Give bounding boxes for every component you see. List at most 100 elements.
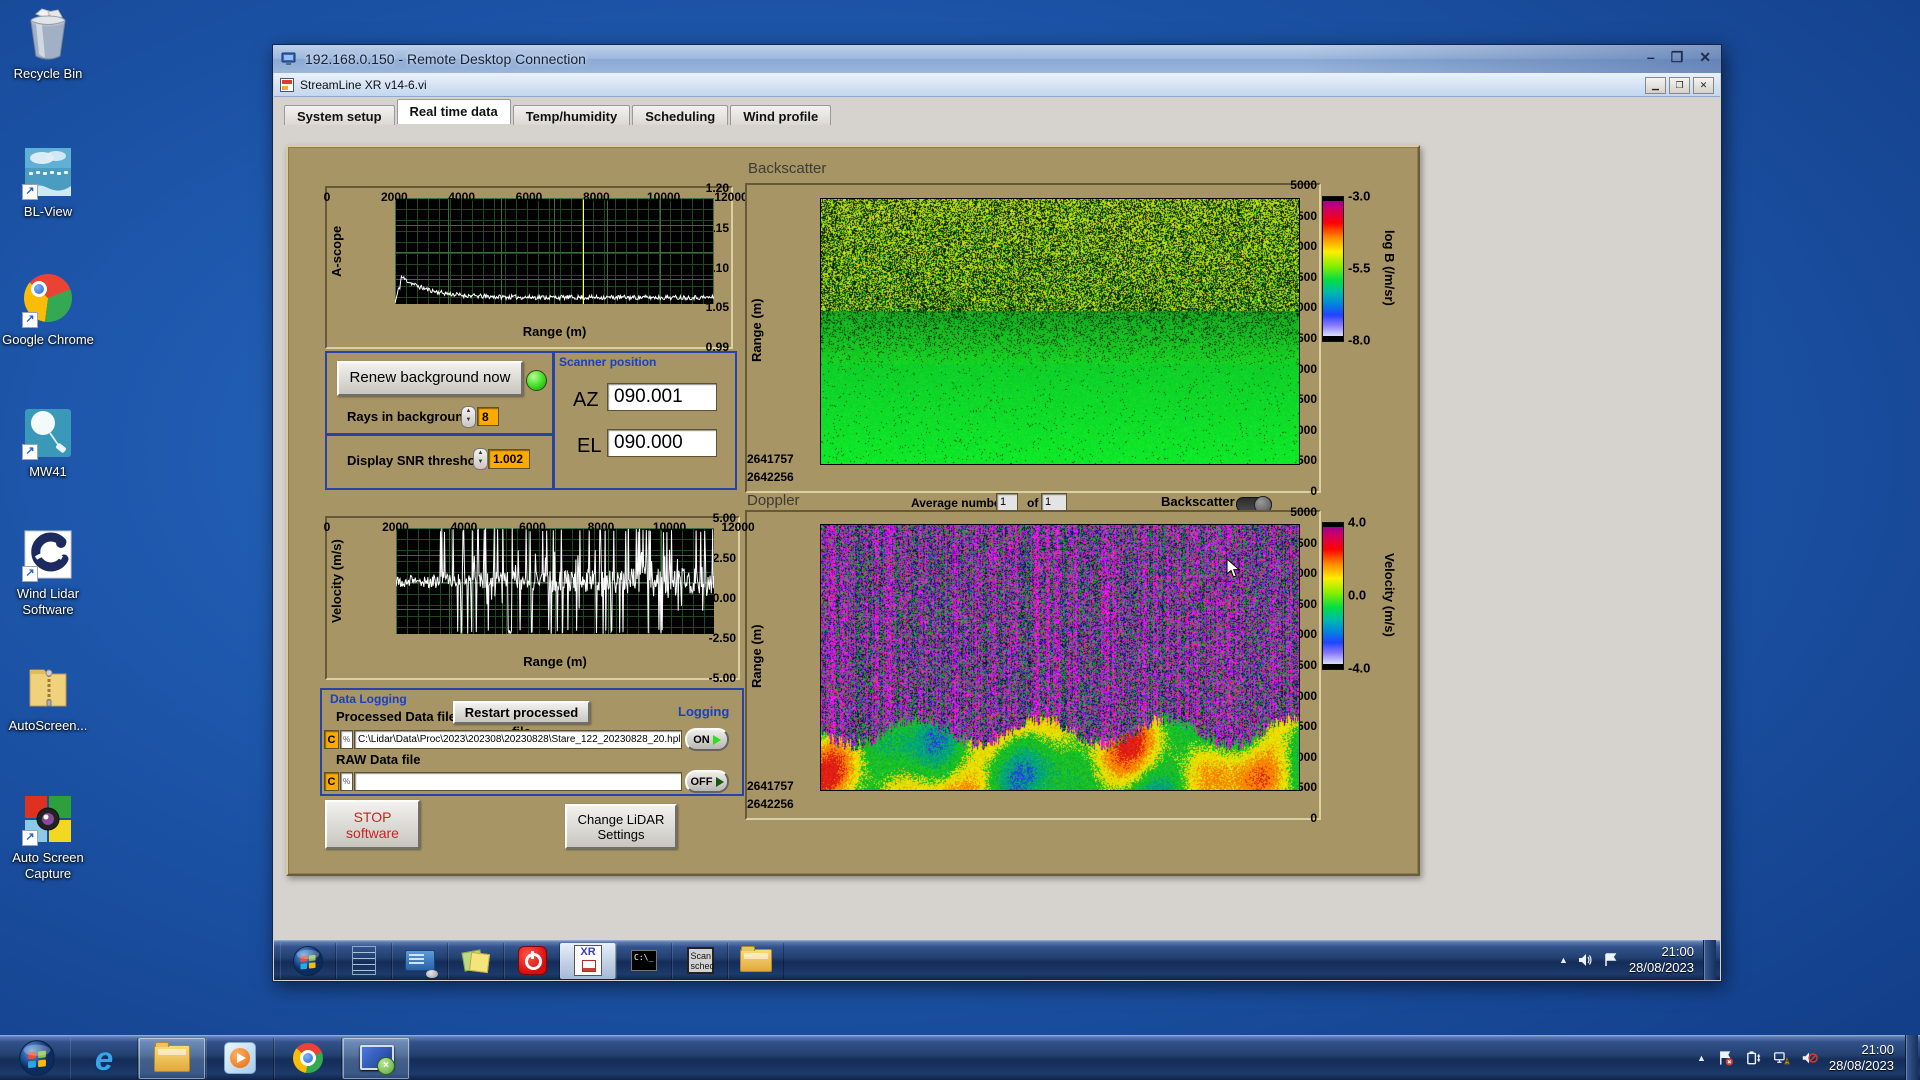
average-number-label: Average number (911, 496, 1006, 510)
tab-wind-profile[interactable]: Wind profile (730, 105, 832, 127)
backscatter-y-axis-label: Range (m) (749, 298, 764, 363)
host-tray-network-icon[interactable] (1773, 1049, 1790, 1066)
remote-tray-expand-icon[interactable]: ▲ (1559, 955, 1568, 965)
processed-logging-on-button[interactable]: ON (685, 728, 729, 751)
remote-start-button[interactable] (280, 942, 336, 979)
desktop-icon-mw41[interactable]: ↗ MW41 (2, 406, 94, 480)
snr-spinner[interactable]: ▲ ▼ (473, 448, 488, 470)
remote-taskbar-scan-scheduler[interactable]: Scan sched (672, 942, 728, 979)
app-titlebar[interactable]: StreamLine XR v14-6.vi ▁ ❐ ✕ (274, 73, 1720, 97)
rays-value-field[interactable]: 8 (477, 407, 499, 426)
folder-icon (740, 946, 772, 972)
scan-line1: Scan (690, 951, 712, 961)
desktop-icon-label: BL-View (23, 204, 73, 219)
snr-value-field[interactable]: 1.002 (488, 449, 530, 469)
minimize-icon[interactable]: – (1647, 49, 1655, 66)
close-icon[interactable]: ✕ (1699, 49, 1711, 66)
remote-tray-action-center-icon[interactable] (1603, 952, 1620, 969)
remote-taskbar-notepad[interactable] (336, 942, 392, 979)
doppler-colorbar (1322, 522, 1344, 670)
host-taskbar-chrome[interactable] (274, 1037, 342, 1079)
change-lidar-settings-button[interactable]: Change LiDAR Settings (565, 804, 677, 849)
remote-tray-clock[interactable]: 21:00 28/08/2023 (1629, 944, 1694, 976)
remote-taskbar-streamline-xr[interactable]: XR (560, 942, 616, 979)
host-tray-volume-muted-icon[interactable] (1801, 1049, 1818, 1066)
backscatter-title: Backscatter (748, 160, 827, 177)
backscatter-colorbar (1322, 196, 1344, 342)
maximize-icon[interactable]: ❐ (1671, 49, 1684, 66)
remote-show-desktop-button[interactable] (1703, 940, 1716, 980)
backscatter-graph: Range (m) 5000 4500 4000 3500 3000 2500 2000 15… (745, 178, 1321, 498)
host-taskbar-media-player[interactable] (206, 1037, 274, 1079)
stop-software-button[interactable]: STOP software (325, 800, 420, 849)
tab-temp-humidity[interactable]: Temp/humidity (512, 105, 631, 127)
host-tray-clock[interactable]: 21:00 28/08/2023 (1829, 1042, 1894, 1074)
remote-taskbar-explorer[interactable] (728, 942, 784, 979)
host-taskbar-explorer[interactable] (138, 1037, 206, 1079)
host-tray-action-center-icon[interactable] (1717, 1049, 1734, 1066)
raw-logging-off-button[interactable]: OFF (685, 770, 729, 793)
az-value-field[interactable]: 090.001 (607, 383, 717, 411)
desktop-icon-recycle-bin[interactable]: Recycle Bin (2, 8, 94, 82)
background-led (526, 370, 547, 391)
desktop-icon-wind-lidar[interactable]: ↗ Wind Lidar Software (2, 528, 94, 618)
host-taskbar-remote-desktop[interactable]: × (342, 1037, 410, 1079)
restart-processed-file-button[interactable]: Restart processed file (453, 701, 590, 739)
remote-tray-speaker-icon[interactable] (1577, 952, 1594, 969)
velocity-y-axis-label: Velocity (m/s) (329, 539, 344, 623)
shortcut-arrow-icon: ↗ (22, 566, 38, 582)
rays-spinner[interactable]: ▲ ▼ (461, 406, 476, 428)
remote-taskbar-display-settings[interactable] (392, 942, 448, 979)
doppler-time-end: 2642256 (747, 797, 794, 811)
processed-path-field[interactable]: C:\Lidar\Data\Proc\2023\202308\20230828\… (354, 730, 682, 749)
remote-taskbar-sticky-notes[interactable] (448, 942, 504, 979)
recycle-bin-icon (22, 8, 74, 62)
renew-background-button[interactable]: Renew background now (337, 361, 523, 396)
desktop-icon-auto-screen-capture[interactable]: ↗ Auto Screen Capture (2, 792, 94, 882)
desktop-icon-label: AutoScreen... (8, 718, 88, 733)
host-show-desktop-button[interactable] (1905, 1035, 1918, 1080)
tab-scheduling[interactable]: Scheduling (632, 105, 729, 127)
desktop-icon-google-chrome[interactable]: ↗ Google Chrome (2, 272, 94, 348)
command-prompt-icon: C:\_ (631, 950, 657, 971)
desktop-icon-bl-view[interactable]: ↗ BL-View (2, 146, 94, 220)
tab-real-time-data[interactable]: Real time data (396, 99, 511, 124)
host-tray-expand-icon[interactable]: ▲ (1697, 1053, 1706, 1063)
app-close-icon[interactable]: ✕ (1693, 77, 1714, 94)
snr-threshold-label: Display SNR threshold (347, 453, 488, 468)
wind-lidar-icon: ↗ (22, 528, 74, 582)
processed-browse-icon[interactable]: % (340, 730, 353, 749)
of-label: of (1027, 496, 1039, 510)
tab-strip: System setup Real time data Temp/humidity S… (274, 97, 1720, 127)
backscatter-time-end: 2642256 (747, 470, 794, 484)
remote-taskbar-stop-app[interactable] (504, 942, 560, 979)
raw-drive-box[interactable]: C (324, 772, 339, 791)
host-tray-power-icon[interactable] (1745, 1049, 1762, 1066)
average-number-field[interactable]: 1 (996, 493, 1018, 511)
raw-path-field[interactable] (354, 772, 682, 791)
host-taskbar-internet-explorer[interactable]: e (70, 1037, 138, 1079)
ascope-cursor[interactable] (583, 198, 585, 304)
host-clock-date: 28/08/2023 (1828, 1057, 1894, 1073)
shortcut-arrow-icon: ↗ (22, 184, 38, 200)
change-line2: Settings (597, 827, 645, 842)
on-led-icon (712, 734, 721, 745)
doppler-colorbar-ticks: 4.0 0.0 -4.0 (1348, 514, 1371, 676)
app-minimize-icon[interactable]: ▁ (1645, 77, 1666, 94)
doppler-colorbar-label: Velocity (m/s) (1382, 553, 1397, 637)
tab-system-setup[interactable]: System setup (284, 105, 395, 127)
rdp-titlebar[interactable]: 192.168.0.150 - Remote Desktop Connectio… (273, 45, 1721, 73)
app-restore-icon[interactable]: ❐ (1669, 77, 1690, 94)
chrome-icon: ↗ (22, 274, 74, 328)
remote-taskbar-command-prompt[interactable]: C:\_ (616, 942, 672, 979)
desktop-icon-autoscreen-zip[interactable]: AutoScreen... (2, 660, 94, 734)
ascope-y-axis-label: A-scope (329, 225, 344, 277)
backscatter-colorbar-label: log B (/m/sr) (1382, 230, 1397, 306)
el-value-field[interactable]: 090.000 (607, 429, 717, 457)
average-total-field[interactable]: 1 (1041, 493, 1067, 511)
desktop-icon-label: Auto Screen Capture (12, 850, 84, 881)
main-panel: A-scope 1.20 1.15 1.10 1.05 0.99 0 2000 4000 60… (286, 145, 1420, 876)
raw-browse-icon[interactable]: % (340, 772, 353, 791)
processed-drive-box[interactable]: C (324, 730, 339, 749)
host-start-button[interactable] (4, 1038, 70, 1079)
